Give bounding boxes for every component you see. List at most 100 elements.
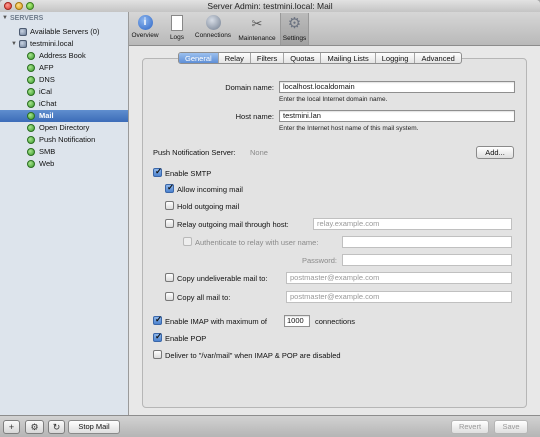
sidebar-header: SERVERS [10, 15, 44, 22]
sidebar-item-address-book[interactable]: Address Book [0, 50, 128, 62]
relay-username-field[interactable] [342, 236, 512, 248]
toolbar: i Overview Logs Connections ✂ Maintenanc… [129, 12, 540, 46]
refresh-icon[interactable]: ↻ [48, 420, 65, 434]
connections-button[interactable]: Connections [193, 13, 233, 45]
title-bar: Server Admin: testmini.local: Mail [0, 0, 540, 12]
sidebar-item-ichat[interactable]: iChat [0, 98, 128, 110]
document-icon [171, 15, 183, 31]
sidebar-item-available-servers[interactable]: Available Servers (0) [0, 26, 128, 38]
relay-password-label: Password: [301, 256, 337, 265]
disclosure-triangle-icon[interactable]: ▼ [11, 38, 17, 50]
relay-outgoing-checkbox[interactable] [165, 219, 174, 228]
overview-button[interactable]: i Overview [129, 13, 161, 45]
connections-label: connections [315, 317, 356, 326]
sidebar-item-afp[interactable]: AFP [0, 62, 128, 74]
hold-outgoing-checkbox[interactable] [165, 201, 174, 210]
status-dot-icon [27, 112, 35, 120]
general-settings-panel: Domain name: localhost.localdomain Enter… [142, 58, 527, 408]
maintenance-button[interactable]: ✂ Maintenance [235, 13, 279, 45]
host-name-field[interactable]: testmini.lan [279, 110, 515, 122]
status-dot-icon [27, 100, 35, 108]
add-push-server-button[interactable]: Add... [476, 146, 514, 159]
server-group-icon [19, 28, 27, 36]
enable-imap-checkbox[interactable] [153, 314, 162, 325]
sidebar: ▼ SERVERS Available Servers (0) ▼ testmi… [0, 12, 129, 415]
push-notification-label: Push Notification Server: [153, 148, 236, 157]
logs-button[interactable]: Logs [163, 13, 191, 45]
sidebar-item-label: AFP [39, 63, 54, 72]
authenticate-relay-label: Authenticate to relay with user name: [195, 238, 319, 247]
enable-pop-checkbox[interactable] [153, 331, 162, 342]
sidebar-item-label: Address Book [39, 51, 86, 60]
sidebar-item-label: Open Directory [39, 123, 90, 132]
status-dot-icon [27, 88, 35, 96]
sidebar-item-smb[interactable]: SMB [0, 146, 128, 158]
tab-quotas[interactable]: Quotas [284, 53, 322, 63]
toolbar-label: Maintenance [238, 35, 276, 42]
disclosure-triangle-icon[interactable]: ▼ [2, 15, 8, 21]
relay-outgoing-label: Relay outgoing mail through host: [177, 220, 289, 229]
action-menu-icon[interactable]: ⚙ [25, 420, 44, 434]
gear-icon: ⚙ [287, 15, 302, 32]
sidebar-item-dns[interactable]: DNS [0, 74, 128, 86]
stop-mail-button[interactable]: Stop Mail [68, 420, 120, 434]
domain-name-hint: Enter the local Internet domain name. [279, 96, 388, 103]
sidebar-item-label: Available Servers (0) [30, 27, 100, 36]
copy-undeliverable-checkbox[interactable] [165, 273, 174, 282]
domain-name-field[interactable]: localhost.localdomain [279, 81, 515, 93]
globe-icon [205, 15, 221, 30]
status-dot-icon [27, 76, 35, 84]
toolbar-label: Logs [169, 34, 185, 41]
deliver-var-mail-label: Deliver to "/var/mail" when IMAP & POP a… [165, 351, 341, 360]
toolbar-label: Overview [131, 32, 159, 39]
tools-icon: ✂ [251, 16, 263, 31]
tab-filters[interactable]: Filters [251, 53, 285, 63]
relay-password-field[interactable] [342, 254, 512, 266]
enable-imap-label: Enable IMAP with maximum of [165, 317, 267, 326]
sidebar-item-push-notification[interactable]: Push Notification [0, 134, 128, 146]
save-button[interactable]: Save [494, 420, 528, 434]
status-dot-icon [27, 64, 35, 72]
sidebar-item-mail[interactable]: Mail [0, 110, 128, 122]
copy-all-field[interactable]: postmaster@example.com [286, 291, 512, 303]
minimize-window-button[interactable] [15, 2, 23, 10]
sidebar-item-label: testmini.local [30, 39, 74, 48]
enable-smtp-checkbox[interactable] [153, 166, 162, 177]
sidebar-item-label: Push Notification [39, 135, 96, 144]
relay-host-field[interactable]: relay.example.com [313, 218, 512, 230]
tab-general[interactable]: General [179, 53, 219, 63]
settings-tabs: General Relay Filters Quotas Mailing Lists Lo… [178, 52, 462, 64]
add-icon[interactable]: + [3, 420, 20, 434]
copy-all-label: Copy all mail to: [177, 293, 231, 302]
sidebar-item-label: iChat [39, 99, 57, 108]
bottom-bar: + ⚙ ↻ Stop Mail Revert Save [0, 415, 540, 437]
imap-max-connections-field[interactable]: 1000 [284, 315, 310, 327]
deliver-var-mail-checkbox[interactable] [153, 350, 162, 359]
zoom-window-button[interactable] [26, 2, 34, 10]
copy-undeliverable-field[interactable]: postmaster@example.com [286, 272, 512, 284]
allow-incoming-checkbox[interactable] [165, 182, 174, 193]
tab-relay[interactable]: Relay [219, 53, 251, 63]
authenticate-relay-checkbox[interactable] [183, 237, 192, 246]
tab-advanced[interactable]: Advanced [415, 53, 460, 63]
sidebar-item-open-directory[interactable]: Open Directory [0, 122, 128, 134]
hold-outgoing-label: Hold outgoing mail [177, 202, 240, 211]
server-icon [19, 40, 27, 48]
sidebar-item-label: Web [39, 159, 55, 168]
sidebar-item-web[interactable]: Web [0, 158, 128, 170]
revert-button[interactable]: Revert [451, 420, 489, 434]
toolbar-label: Settings [282, 35, 307, 42]
settings-button[interactable]: ⚙ Settings [280, 13, 309, 45]
status-dot-icon [27, 52, 35, 60]
copy-all-checkbox[interactable] [165, 292, 174, 301]
close-window-button[interactable] [4, 2, 12, 10]
tab-logging[interactable]: Logging [376, 53, 416, 63]
status-dot-icon [27, 124, 35, 132]
status-dot-icon [27, 160, 35, 168]
host-name-label: Host name: [235, 112, 274, 121]
sidebar-item-ical[interactable]: iCal [0, 86, 128, 98]
sidebar-item-server[interactable]: ▼ testmini.local [0, 38, 128, 50]
sidebar-item-label: Mail [39, 111, 54, 120]
status-dot-icon [27, 136, 35, 144]
tab-mailing-lists[interactable]: Mailing Lists [321, 53, 376, 63]
